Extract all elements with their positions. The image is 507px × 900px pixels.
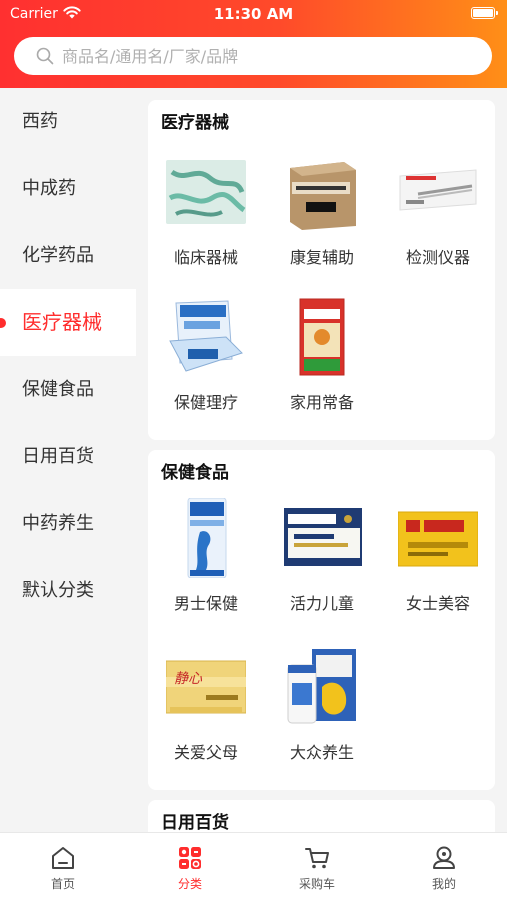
- sidebar-item-yiliao-qixie[interactable]: 医疗器械: [0, 289, 136, 356]
- sidebar-item-baojian[interactable]: 保健食品: [0, 356, 136, 423]
- tab-cart[interactable]: 采购车: [254, 833, 380, 900]
- product-image: [290, 162, 356, 230]
- section-card: 医疗器械 临床器械 康复辅助 检测仪器 保健理疗 家用常备: [148, 100, 495, 440]
- product-label: 女士美容: [405, 594, 470, 613]
- product-item[interactable]: 家用常备: [264, 297, 380, 432]
- product-label: 检测仪器: [405, 248, 470, 267]
- product-image: [284, 508, 362, 566]
- sidebar-item-riyong[interactable]: 日用百货: [0, 423, 136, 490]
- product-item[interactable]: 康复辅助: [264, 152, 380, 287]
- clock: 11:30 AM: [213, 5, 294, 23]
- product-item[interactable]: 保健理疗: [148, 297, 264, 432]
- search-bar[interactable]: [14, 37, 492, 75]
- sidebar-item-label: 默认分类: [22, 580, 94, 601]
- product-label: 家用常备: [289, 393, 354, 412]
- category-content: 医疗器械 临床器械 康复辅助 检测仪器 保健理疗 家用常备 保健食品 男士保健 …: [136, 88, 507, 832]
- section-title: 保健食品: [161, 463, 229, 483]
- product-image: [299, 298, 345, 376]
- active-indicator: [0, 318, 6, 328]
- status-bar: Carrier 11:30 AM: [0, 0, 507, 28]
- product-label: 康复辅助: [289, 248, 354, 267]
- battery-icon: [471, 7, 498, 19]
- product-item[interactable]: 女士美容: [380, 498, 496, 633]
- section-title: 医疗器械: [161, 113, 229, 133]
- product-item[interactable]: 检测仪器: [380, 152, 496, 287]
- sidebar-item-zhongchengyao[interactable]: 中成药: [0, 155, 136, 222]
- tab-label: 首页: [50, 877, 75, 891]
- product-item[interactable]: 临床器械: [148, 152, 264, 287]
- section-card: 日用百货: [148, 800, 495, 832]
- sidebar-item-label: 中成药: [22, 178, 76, 199]
- product-label: 大众养生: [289, 743, 354, 762]
- profile-icon: [433, 846, 455, 869]
- sidebar-item-moren[interactable]: 默认分类: [0, 557, 136, 624]
- tab-home[interactable]: 首页: [0, 833, 126, 900]
- product-image: [187, 498, 227, 578]
- product-label: 保健理疗: [173, 393, 238, 412]
- category-sidebar: 西药 中成药 化学药品 医疗器械 保健食品 日用百货 中药养生 默认分类: [0, 88, 136, 832]
- tab-label: 我的: [431, 877, 456, 891]
- cart-icon: [305, 848, 329, 869]
- tab-bar: 首页 分类 采购车 我的: [0, 832, 507, 900]
- sidebar-item-huaxue[interactable]: 化学药品: [0, 222, 136, 289]
- sidebar-item-label: 保健食品: [22, 379, 94, 400]
- tab-category[interactable]: 分类: [127, 833, 253, 900]
- section-title: 日用百货: [161, 813, 229, 832]
- product-item[interactable]: 活力儿童: [264, 498, 380, 633]
- sidebar-item-label: 化学药品: [22, 245, 94, 266]
- product-image: [398, 511, 478, 567]
- product-label: 关爱父母: [173, 743, 238, 762]
- product-image: [399, 169, 477, 211]
- product-label: 活力儿童: [289, 594, 354, 613]
- product-image: [287, 649, 356, 724]
- product-item[interactable]: 静心 关爱父母: [148, 647, 264, 782]
- product-item[interactable]: 男士保健: [148, 498, 264, 633]
- sidebar-item-xiyao[interactable]: 西药: [0, 88, 136, 155]
- tab-label: 采购车: [298, 877, 335, 891]
- tab-label: 分类: [177, 877, 202, 891]
- product-image: [169, 300, 243, 372]
- product-label: 男士保健: [173, 594, 238, 613]
- product-image: 静心: [166, 660, 246, 714]
- sidebar-item-label: 西药: [22, 111, 58, 132]
- sidebar-item-label: 医疗器械: [22, 310, 102, 334]
- search-input[interactable]: [62, 37, 462, 75]
- search-icon: [36, 47, 54, 65]
- product-label: 临床器械: [173, 248, 238, 267]
- sidebar-item-zhongyao[interactable]: 中药养生: [0, 490, 136, 557]
- sidebar-item-label: 中药养生: [22, 513, 94, 534]
- svg-text:静心: 静心: [174, 671, 203, 687]
- sidebar-item-label: 日用百货: [22, 446, 94, 467]
- category-icon: [179, 847, 201, 869]
- section-card: 保健食品 男士保健 活力儿童 女士美容 静心 关爱父母 大众养生: [148, 450, 495, 790]
- tab-profile[interactable]: 我的: [381, 833, 507, 900]
- home-icon: [52, 847, 74, 869]
- product-item[interactable]: 大众养生: [264, 647, 380, 782]
- product-image: [166, 160, 246, 224]
- header: Carrier 11:30 AM: [0, 0, 507, 88]
